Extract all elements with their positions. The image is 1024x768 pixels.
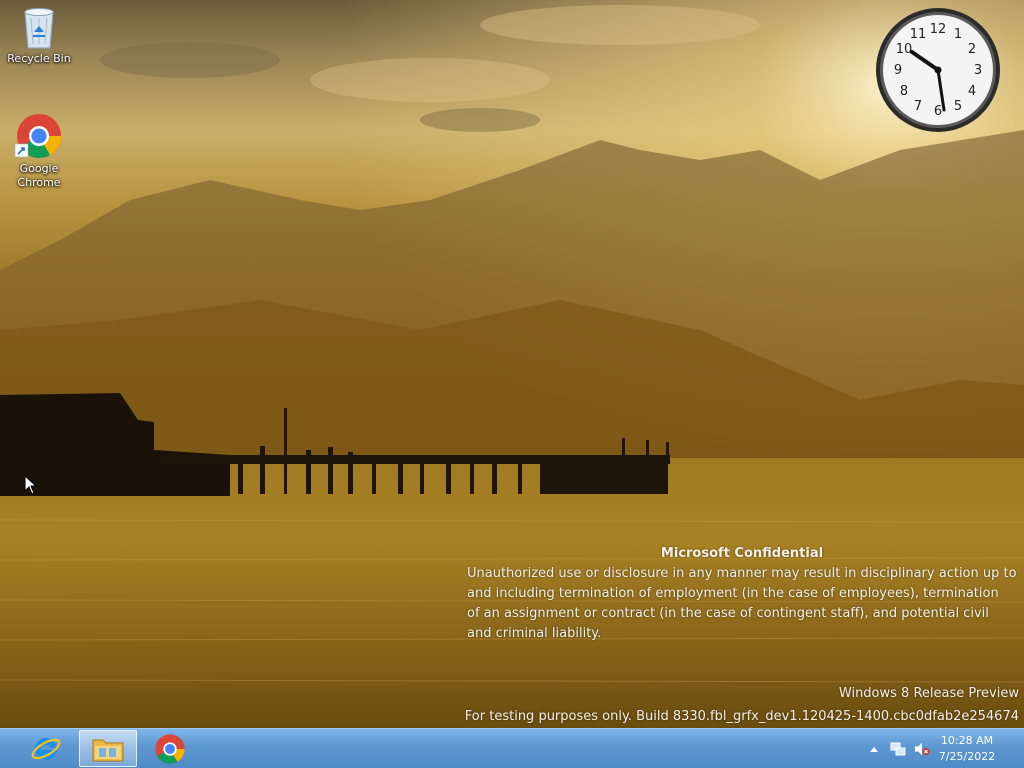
internet-explorer-icon xyxy=(31,737,61,760)
recycle-bin-icon xyxy=(24,8,54,49)
clock-numeral: 6 xyxy=(934,104,942,119)
confidential-line: of an assignment or contract (in the cas… xyxy=(467,606,989,621)
tray-time: 10:28 AM xyxy=(940,734,994,747)
build-string-label: For testing purposes only. Build 8330.fb… xyxy=(464,709,1019,724)
clock-numeral: 11 xyxy=(910,27,927,42)
chrome-icon xyxy=(15,114,61,158)
desktop-icon-label: Recycle Bin xyxy=(7,52,71,65)
clock-numeral: 1 xyxy=(954,27,962,42)
chrome-icon xyxy=(155,733,185,764)
confidential-line: Unauthorized use or disclosure in any ma… xyxy=(467,566,1017,581)
desktop-icon-recycle-bin[interactable]: Recycle Bin xyxy=(3,6,75,66)
chevron-up-icon xyxy=(870,747,878,752)
confidential-line: and including termination of employment … xyxy=(467,586,999,601)
analog-clock-face: 12 1 2 3 4 5 6 7 8 9 10 11 xyxy=(876,8,1000,132)
file-explorer-icon xyxy=(92,739,124,761)
desktop: Recycle Bin Google Chrome 12 1 2 3 4 5 6… xyxy=(0,0,1024,728)
mouse-cursor-icon xyxy=(24,475,38,495)
clock-numeral: 3 xyxy=(974,63,982,78)
os-version-label: Windows 8 Release Preview xyxy=(838,686,1019,701)
confidential-line: and criminal liability. xyxy=(467,626,602,641)
clock-numeral: 10 xyxy=(896,42,913,57)
tray-date: 7/25/2022 xyxy=(938,750,996,763)
desktop-icon-google-chrome[interactable]: Google Chrome xyxy=(3,112,75,190)
clock-numeral: 7 xyxy=(914,99,922,114)
volume-muted-icon xyxy=(914,742,930,756)
network-icon xyxy=(890,742,906,756)
taskbar-file-explorer[interactable] xyxy=(79,730,137,767)
clock-gadget[interactable]: 12 1 2 3 4 5 6 7 8 9 10 11 xyxy=(874,6,1002,134)
clock-numeral: 12 xyxy=(930,22,947,37)
clock-numeral: 8 xyxy=(900,84,908,99)
taskbar: 10:28 AM 7/25/2022 xyxy=(0,728,1024,768)
clock-numeral: 4 xyxy=(968,84,976,99)
desktop-icon-label: Google Chrome xyxy=(17,162,61,189)
taskbar-internet-explorer[interactable] xyxy=(17,730,75,767)
show-hidden-icons-button[interactable] xyxy=(866,741,882,757)
tray-network-button[interactable] xyxy=(890,741,906,757)
confidential-title: Microsoft Confidential xyxy=(660,546,824,561)
clock-numeral: 2 xyxy=(968,42,976,57)
tray-volume-button[interactable] xyxy=(914,741,930,757)
clock-numeral: 5 xyxy=(954,99,962,114)
confidential-notice: Microsoft Confidential Unauthorized use … xyxy=(467,544,1023,644)
taskbar-google-chrome[interactable] xyxy=(141,730,199,767)
clock-numeral: 9 xyxy=(894,63,902,78)
tray-clock[interactable]: 10:28 AM 7/25/2022 xyxy=(932,733,1002,765)
